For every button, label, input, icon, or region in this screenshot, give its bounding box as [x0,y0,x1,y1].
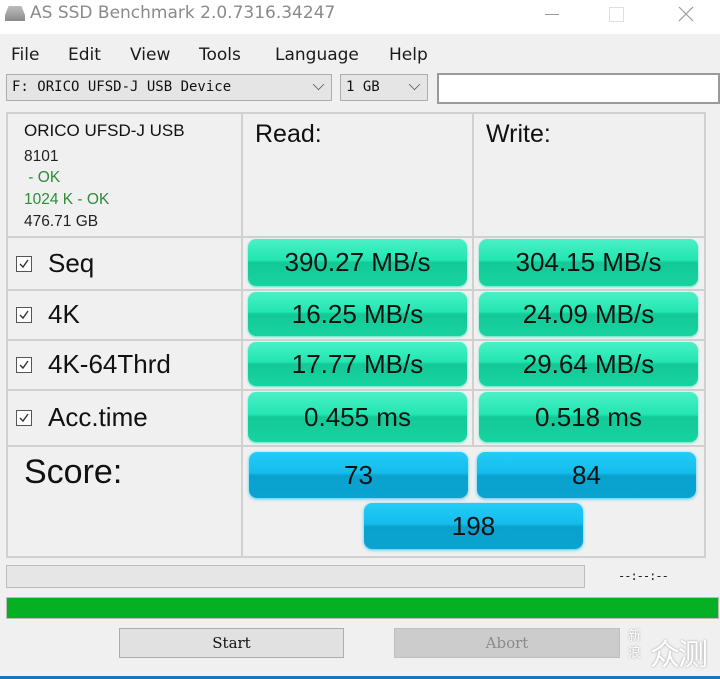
watermark-big-text: 众测 [650,638,708,673]
device-info-cell: ORICO UFSD-J USB 8101 - OK 1024 K - OK 4… [6,112,243,238]
results-panel: ORICO UFSD-J USB 8101 - OK 1024 K - OK 4… [6,112,715,558]
status-text-input[interactable] [437,73,720,104]
menu-edit[interactable]: Edit [68,45,101,65]
test-row-label-cell: Seq [6,236,243,291]
drive-icon [5,6,25,21]
alignment-status: 1024 K - OK [24,191,110,208]
read-result: 16.25 MB/s [248,292,467,336]
menu-bar: File Edit View Tools Language Help [0,36,720,70]
score-label-cell: Score: [6,445,243,558]
write-score: 84 [477,452,696,498]
menu-language[interactable]: Language [275,45,359,65]
test-checkbox[interactable] [16,307,32,323]
read-score: 73 [249,452,468,498]
write-header-cell: Write: [472,112,706,238]
overall-progress-bar [6,597,719,619]
read-header-cell: Read: [241,112,474,238]
abort-button[interactable]: Abort [394,628,620,658]
menu-view[interactable]: View [130,45,170,65]
test-row-label-cell: Acc.time [6,389,243,447]
checkmark-icon [19,413,29,423]
read-result-cell: 390.27 MB/s [241,236,474,291]
read-result: 390.27 MB/s [248,239,467,286]
close-button[interactable] [662,0,708,30]
write-result-cell: 304.15 MB/s [472,236,706,291]
menu-tools[interactable]: Tools [199,45,241,65]
write-result: 29.64 MB/s [479,342,698,386]
write-result: 0.518 ms [479,392,698,442]
chevron-down-icon [408,78,421,91]
device-firmware: 8101 [24,148,59,165]
drive-select-value: F: ORICO UFSD-J USB Device [12,79,232,95]
menu-help[interactable]: Help [389,45,428,65]
menu-file[interactable]: File [11,45,39,65]
test-checkbox[interactable] [16,410,32,426]
read-result: 0.455 ms [248,392,467,442]
chevron-down-icon [312,78,325,91]
start-button[interactable]: Start [119,628,344,658]
write-result: 304.15 MB/s [479,239,698,286]
maximize-button[interactable] [593,0,639,30]
overall-progress-fill [7,598,718,618]
test-row-label-cell: 4K-64Thrd [6,339,243,391]
minimize-button[interactable] [528,0,574,30]
write-result: 24.09 MB/s [479,292,698,336]
write-result-cell: 0.518 ms [472,389,706,447]
title-bar: AS SSD Benchmark 2.0.7316.34247 [0,0,720,34]
test-checkbox[interactable] [16,256,32,272]
score-label: Score: [24,453,123,491]
device-name: ORICO UFSD-J USB [24,121,185,140]
drive-select[interactable]: F: ORICO UFSD-J USB Device [6,74,332,101]
test-row-label-cell: 4K [6,289,243,341]
write-header: Write: [486,120,551,148]
test-progress-bar [6,565,585,588]
checkmark-icon [19,259,29,269]
close-icon [678,6,694,22]
test-checkbox[interactable] [16,357,32,373]
read-result-cell: 16.25 MB/s [241,289,474,341]
test-label: Seq [48,248,95,278]
write-result-cell: 29.64 MB/s [472,339,706,391]
read-header: Read: [255,120,322,148]
test-size-value: 1 GB [346,79,380,95]
test-size-select[interactable]: 1 GB [340,74,428,101]
elapsed-time: --:--:-- [618,569,669,583]
total-score: 198 [364,503,583,549]
read-result: 17.77 MB/s [248,342,467,386]
test-label: 4K [48,299,80,329]
checkmark-icon [19,310,29,320]
driver-status: - OK [24,169,61,186]
test-label: 4K-64Thrd [48,349,171,379]
read-result-cell: 17.77 MB/s [241,339,474,391]
checkmark-icon [19,360,29,370]
test-label: Acc.time [48,402,148,432]
watermark-small-text: 新浪 [628,629,642,661]
score-values-cell: 73 84 198 [241,445,706,558]
read-result-cell: 0.455 ms [241,389,474,447]
device-capacity: 476.71 GB [24,213,99,230]
window-title: AS SSD Benchmark 2.0.7316.34247 [30,3,336,23]
write-result-cell: 24.09 MB/s [472,289,706,341]
